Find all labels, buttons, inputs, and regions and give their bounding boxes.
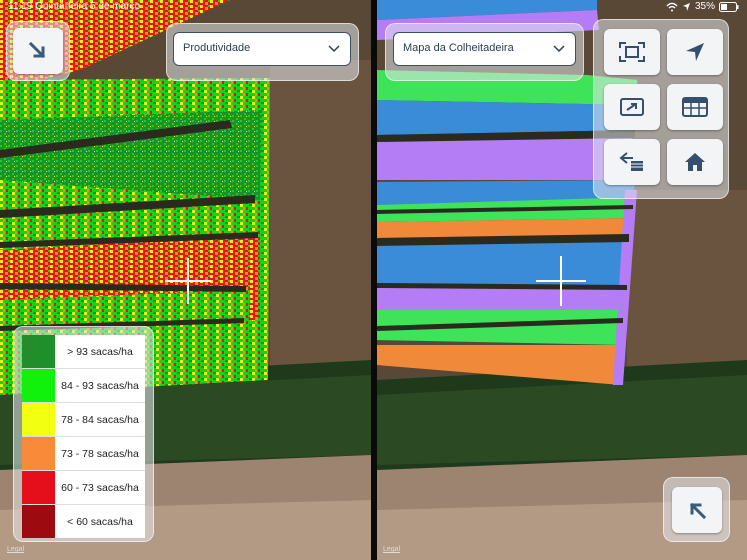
legend-row: 84 - 93 sacas/ha xyxy=(22,369,145,403)
table-icon xyxy=(682,97,708,117)
home-button[interactable] xyxy=(667,139,723,185)
wifi-icon xyxy=(666,2,678,11)
layer-selector-card: Mapa da Colheitadeira xyxy=(385,23,584,81)
legend-swatch xyxy=(22,369,55,402)
battery-icon xyxy=(719,1,739,12)
fullscreen-icon xyxy=(619,42,645,62)
legal-link[interactable]: Legal xyxy=(7,546,24,553)
yield-legend-card: > 93 sacas/ha 84 - 93 sacas/ha 78 - 84 sac… xyxy=(13,326,154,542)
legend-swatch xyxy=(22,403,55,436)
export-image-icon xyxy=(620,98,644,116)
chevron-down-icon xyxy=(553,45,565,53)
legend-row: 78 - 84 sacas/ha xyxy=(22,403,145,437)
table-button[interactable] xyxy=(667,84,723,130)
legend-label: < 60 sacas/ha xyxy=(67,515,133,528)
split-map-screen: Produtividade > 93 sacas/ha 84 - 93 sacas… xyxy=(0,0,747,560)
status-time: 11:19 xyxy=(8,1,33,12)
crosshair-icon xyxy=(165,258,211,309)
expand-arrow-button[interactable] xyxy=(672,487,722,533)
location-icon xyxy=(682,2,690,11)
layer-selector-card: Produtividade xyxy=(166,23,359,81)
chevron-down-icon xyxy=(328,45,340,53)
legend-row: < 60 sacas/ha xyxy=(22,505,145,538)
battery-percent: 35% xyxy=(694,1,715,12)
legend-swatch xyxy=(22,335,55,368)
legend-label: 60 - 73 sacas/ha xyxy=(61,481,139,494)
arrow-down-right-icon xyxy=(28,41,46,59)
layers-list-button[interactable] xyxy=(604,139,660,185)
legend-row: 73 - 78 sacas/ha xyxy=(22,437,145,471)
layer-dropdown-value: Produtividade xyxy=(183,42,251,54)
arrow-up-left-icon xyxy=(689,502,707,520)
legend-label: 78 - 84 sacas/ha xyxy=(61,413,139,426)
fullscreen-button[interactable] xyxy=(604,29,660,75)
legend-label: > 93 sacas/ha xyxy=(67,345,133,358)
right-map-pane[interactable]: Mapa da Colheitadeira Legal xyxy=(377,0,747,560)
legend-row: > 93 sacas/ha xyxy=(22,335,145,369)
map-tools-card xyxy=(593,19,729,199)
yield-legend: > 93 sacas/ha 84 - 93 sacas/ha 78 - 84 sac… xyxy=(22,335,145,538)
legend-row: 60 - 73 sacas/ha xyxy=(22,471,145,505)
layers-list-icon xyxy=(619,152,643,171)
status-bar: 11:19 Quinta-feira 5 de março 35% xyxy=(0,0,747,14)
layer-dropdown[interactable]: Produtividade xyxy=(173,32,351,66)
layer-dropdown-value: Mapa da Colheitadeira xyxy=(403,42,514,54)
legend-swatch xyxy=(22,471,55,504)
legend-swatch xyxy=(22,437,55,470)
collapse-arrow-button[interactable] xyxy=(13,28,63,74)
legend-label: 84 - 93 sacas/ha xyxy=(61,379,139,392)
locate-button[interactable] xyxy=(667,29,723,75)
status-date: Quinta-feira 5 de março xyxy=(35,1,141,12)
layer-dropdown[interactable]: Mapa da Colheitadeira xyxy=(393,32,576,66)
left-map-pane[interactable]: Produtividade > 93 sacas/ha 84 - 93 sacas… xyxy=(0,0,371,560)
crosshair-icon xyxy=(536,256,586,311)
collapse-panel-card xyxy=(6,21,70,81)
status-indicators: 35% xyxy=(666,1,739,12)
export-image-button[interactable] xyxy=(604,84,660,130)
legend-swatch xyxy=(22,505,55,538)
status-time-date: 11:19 Quinta-feira 5 de março xyxy=(8,1,140,12)
legal-link[interactable]: Legal xyxy=(383,546,400,553)
legend-label: 73 - 78 sacas/ha xyxy=(61,447,139,460)
location-arrow-icon xyxy=(686,43,704,61)
home-icon xyxy=(685,153,705,171)
expand-panel-card xyxy=(663,477,730,542)
